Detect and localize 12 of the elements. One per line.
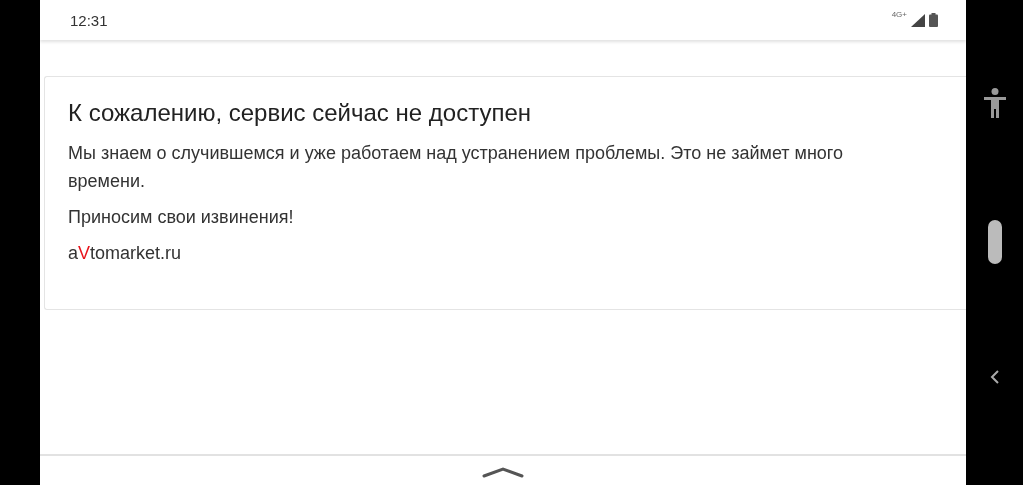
battery-icon xyxy=(929,13,938,27)
message-text: Приносим свои извинения! xyxy=(68,206,295,229)
error-title: К сожалению, сервис сейчас не доступен xyxy=(68,99,533,127)
site-name: aVtomarket.ru xyxy=(68,242,182,265)
clock-time: 12:31 xyxy=(70,11,108,29)
message-text: Мы знаем о случившемся и уже работаем над устранением проблемы. Это не займет много времени. xyxy=(68,142,845,193)
back-icon[interactable] xyxy=(989,369,1000,385)
signal-icon xyxy=(911,13,925,27)
network-type: 4G+ xyxy=(891,10,907,19)
chevron-up-icon[interactable] xyxy=(482,466,524,478)
accessibility-icon[interactable] xyxy=(983,88,1006,118)
scroll-handle[interactable] xyxy=(987,220,1002,264)
